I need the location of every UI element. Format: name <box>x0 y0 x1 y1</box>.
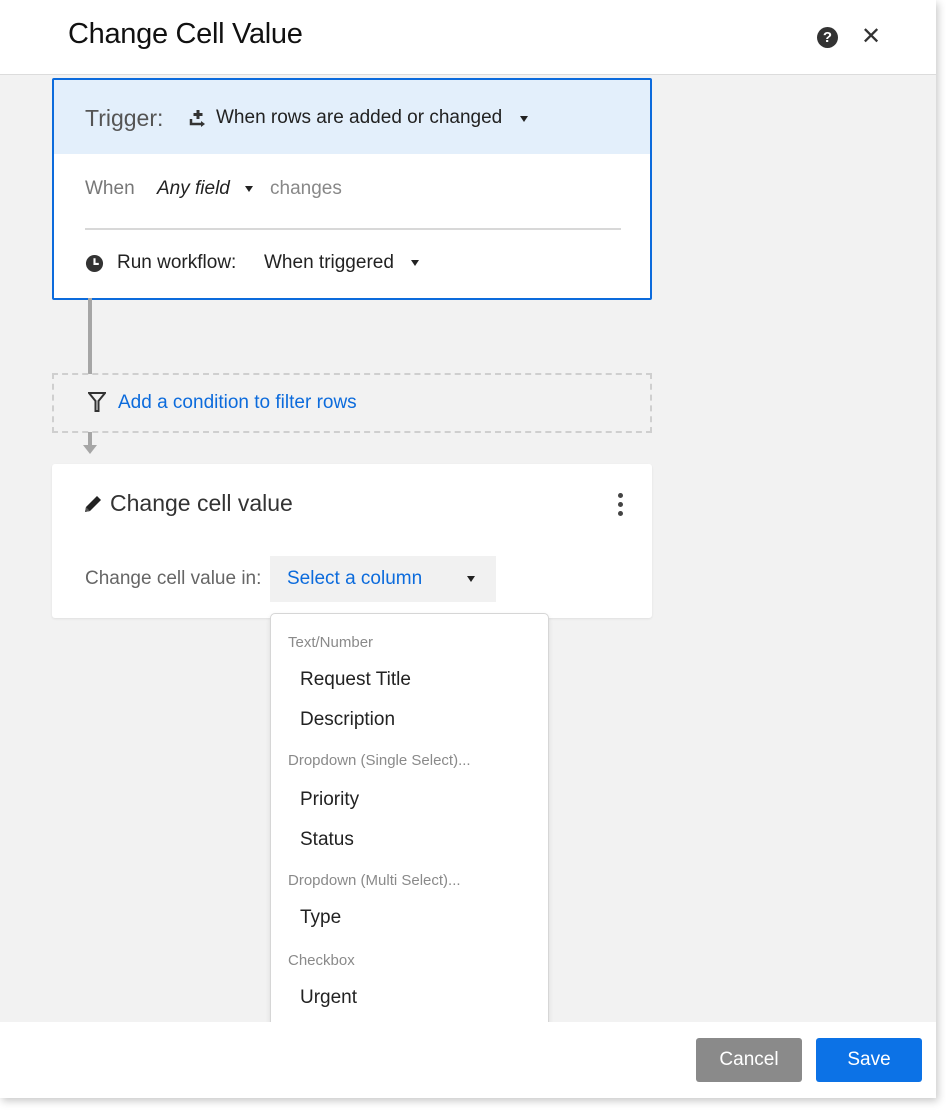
change-cell-label: Change cell value in: <box>85 568 262 589</box>
filter-icon <box>88 392 106 412</box>
add-condition-box[interactable]: Add a condition to filter rows <box>52 373 652 433</box>
trigger-label: Trigger: <box>85 105 164 131</box>
menu-group-label: Dropdown (Single Select)... <box>288 752 471 769</box>
flow-connector <box>88 432 92 446</box>
run-workflow-label: Run workflow: <box>117 252 237 273</box>
chevron-down-icon[interactable] <box>520 116 528 122</box>
change-cell-value-dialog: Change Cell Value ? ✕ Trigger: When rows… <box>0 0 936 1098</box>
menu-item-label: Request Title <box>300 669 411 690</box>
menu-group-label: Checkbox <box>288 952 355 969</box>
help-icon[interactable]: ? <box>817 27 838 48</box>
action-card: Change cell value Change cell value in: … <box>52 464 652 618</box>
column-select[interactable]: Select a column <box>270 556 496 602</box>
dialog-title: Change Cell Value <box>68 18 303 50</box>
menu-item-priority[interactable]: Priority <box>271 782 548 818</box>
dialog-footer: Cancel Save <box>0 1022 936 1098</box>
menu-item-label: Urgent <box>300 987 358 1008</box>
arrow-down-icon <box>83 445 97 454</box>
close-icon[interactable]: ✕ <box>860 24 882 50</box>
add-condition-link[interactable]: Add a condition to filter rows <box>118 392 357 414</box>
column-select-placeholder: Select a column <box>287 568 423 589</box>
save-button[interactable]: Save <box>816 1038 922 1082</box>
trigger-header: Trigger: When rows are added or changed <box>54 80 650 154</box>
when-label: When <box>85 178 135 199</box>
chevron-down-icon[interactable] <box>245 186 253 192</box>
rows-add-change-icon <box>189 110 205 127</box>
kebab-menu-icon[interactable] <box>612 490 628 520</box>
menu-item-urgent[interactable]: Urgent <box>271 980 548 1016</box>
menu-item-label: Type <box>300 907 342 928</box>
menu-item-type[interactable]: Type <box>271 900 548 936</box>
clock-icon <box>85 254 104 273</box>
run-workflow-select[interactable]: When triggered <box>264 252 394 274</box>
action-title: Change cell value <box>110 490 293 516</box>
menu-group-label: Dropdown (Multi Select)... <box>288 872 461 889</box>
changes-label: changes <box>270 178 342 199</box>
menu-item-label: Status <box>300 829 354 850</box>
trigger-type-select[interactable]: When rows are added or changed <box>216 107 502 129</box>
cancel-button[interactable]: Cancel <box>696 1038 802 1082</box>
column-dropdown-menu: Text/Number Request Title Description Dr… <box>270 613 549 1035</box>
menu-item-status[interactable]: Status <box>271 822 548 858</box>
pencil-icon <box>85 496 101 512</box>
chevron-down-icon[interactable] <box>411 260 419 266</box>
trigger-card: Trigger: When rows are added or changed … <box>52 78 652 300</box>
flow-connector <box>88 298 92 374</box>
dialog-header: Change Cell Value ? ✕ <box>0 0 936 75</box>
chevron-down-icon <box>467 576 475 582</box>
menu-group-label: Text/Number <box>288 634 374 651</box>
field-select[interactable]: Any field <box>157 178 230 200</box>
divider <box>85 228 621 230</box>
menu-item-description[interactable]: Description <box>271 702 548 738</box>
menu-item-label: Description <box>300 709 396 730</box>
menu-item-request-title[interactable]: Request Title <box>271 662 548 698</box>
menu-item-label: Priority <box>300 789 360 810</box>
